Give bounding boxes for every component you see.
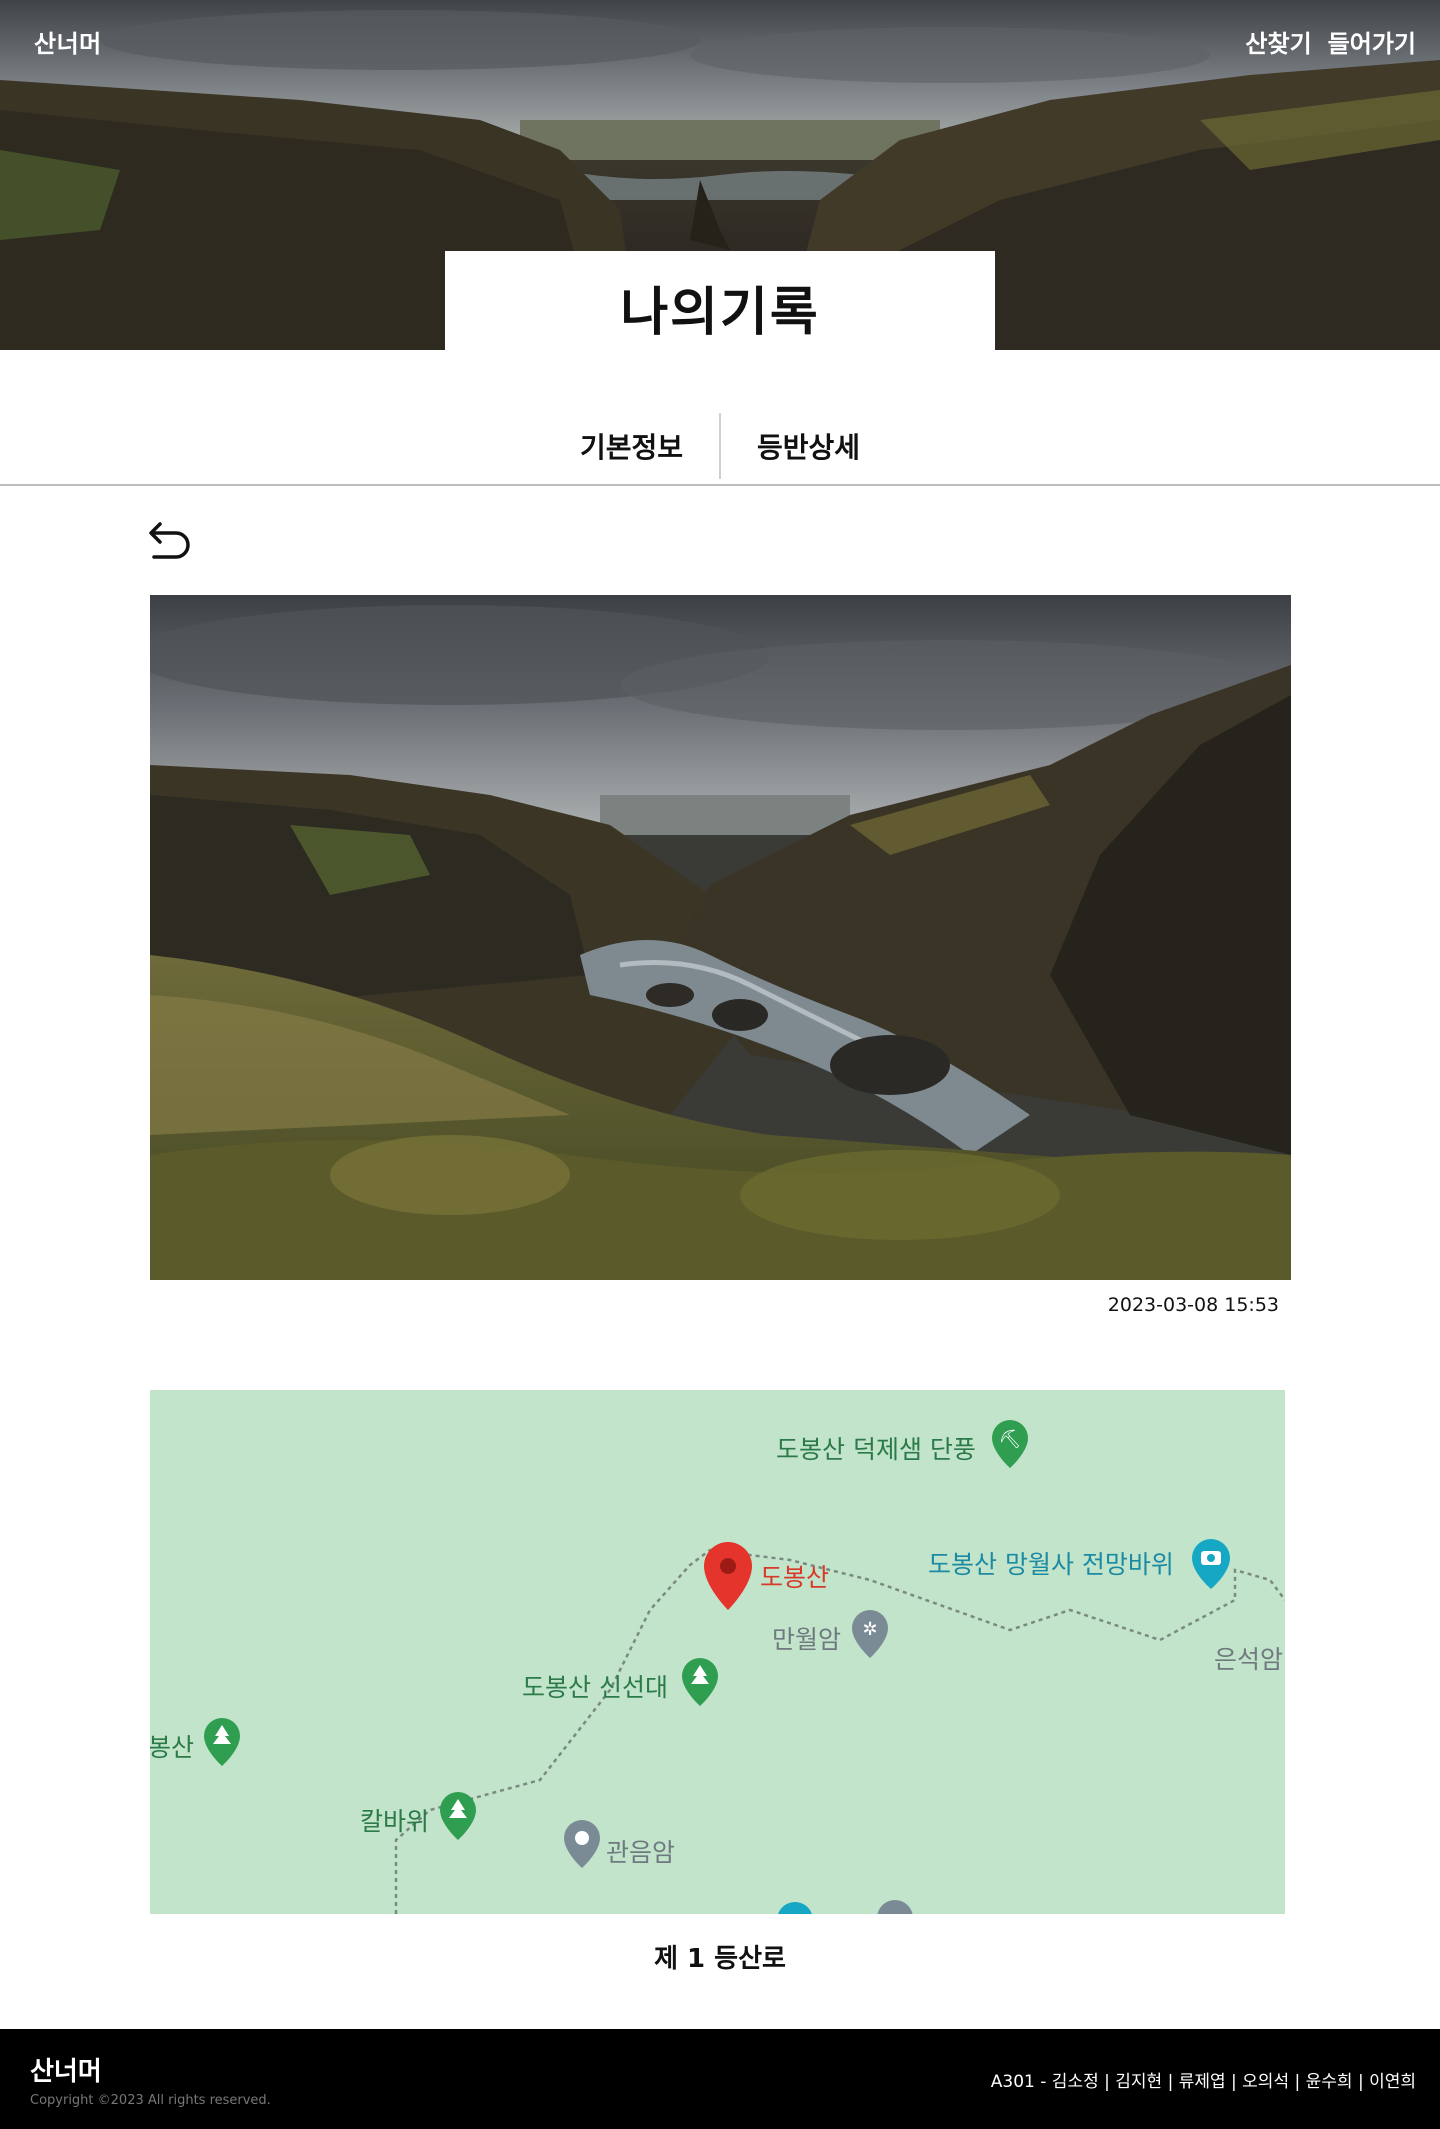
map-label-mangwolsa: 도봉산 망월사 전망바위: [928, 1550, 1174, 1579]
map-pin-icon[interactable]: [562, 1818, 602, 1870]
map-label-gwaneumam: 관음암: [606, 1838, 676, 1867]
footer-brand: 산너머: [30, 2057, 102, 2087]
record-tabs: 기본정보 등반상세: [0, 406, 1440, 486]
route-trail-lines: [394, 1548, 1285, 1914]
page-title-card: 나의기록: [445, 251, 995, 351]
top-nav: 산찾기 들어가기: [1245, 24, 1416, 59]
tree-pin-icon[interactable]: [202, 1716, 242, 1768]
tree-pin-icon[interactable]: [680, 1656, 720, 1708]
map-label-eunseokam: 은석암: [1214, 1645, 1284, 1674]
partial-pin-icon: [778, 1902, 812, 1914]
tab-climb-detail[interactable]: 등반상세: [721, 426, 896, 466]
back-arrow-icon[interactable]: [146, 516, 196, 566]
svg-text:⛏: ⛏: [999, 1429, 1022, 1450]
nav-login[interactable]: 들어가기: [1328, 24, 1416, 59]
tab-basic-info[interactable]: 기본정보: [544, 426, 719, 466]
svg-text:✲: ✲: [862, 1619, 877, 1640]
hiking-pin-icon[interactable]: ⛏: [990, 1418, 1030, 1470]
brand-logo[interactable]: 산너머: [34, 24, 102, 59]
photo-timestamp: 2023-03-08 15:53: [1107, 1294, 1279, 1316]
climb-photo: [150, 595, 1291, 1280]
map-label-kalbawi: 칼바위: [360, 1807, 430, 1836]
map-label-manwolam: 만월암: [772, 1625, 842, 1654]
camera-pin-icon[interactable]: [1190, 1537, 1232, 1591]
partial-pin-icon: [877, 1900, 913, 1914]
temple-pin-icon[interactable]: ✲: [850, 1608, 890, 1660]
map-label-ducheolsaem: 도봉산 덕제샘 단풍: [776, 1435, 976, 1464]
route-name: 제 1 등산로: [654, 1944, 786, 1974]
footer: 산너머 Copyright ©2023 All rights reserved.…: [0, 2029, 1440, 2129]
tabs-underline: [0, 484, 1440, 486]
page-title: 나의기록: [620, 282, 820, 343]
location-pin-icon[interactable]: [702, 1540, 754, 1612]
map-label-sinseondae: 도봉산 신선대: [522, 1673, 668, 1702]
map-label-dobongsan: 도봉산: [760, 1563, 830, 1592]
map-label-bongsan: 봉산: [150, 1733, 195, 1762]
tree-pin-icon[interactable]: [438, 1790, 478, 1842]
nav-find-mountain[interactable]: 산찾기: [1245, 24, 1311, 59]
route-map[interactable]: 도봉산 덕제샘 단풍 ⛏ 도봉산 도봉산 망월사 전망바위 만월암 ✲ 은석암 …: [150, 1390, 1285, 1914]
footer-copyright: Copyright ©2023 All rights reserved.: [30, 2093, 271, 2108]
footer-team-members: A301 - 김소정 | 김지현 | 류제엽 | 오의석 | 윤수희 | 이연희: [990, 2072, 1416, 2092]
